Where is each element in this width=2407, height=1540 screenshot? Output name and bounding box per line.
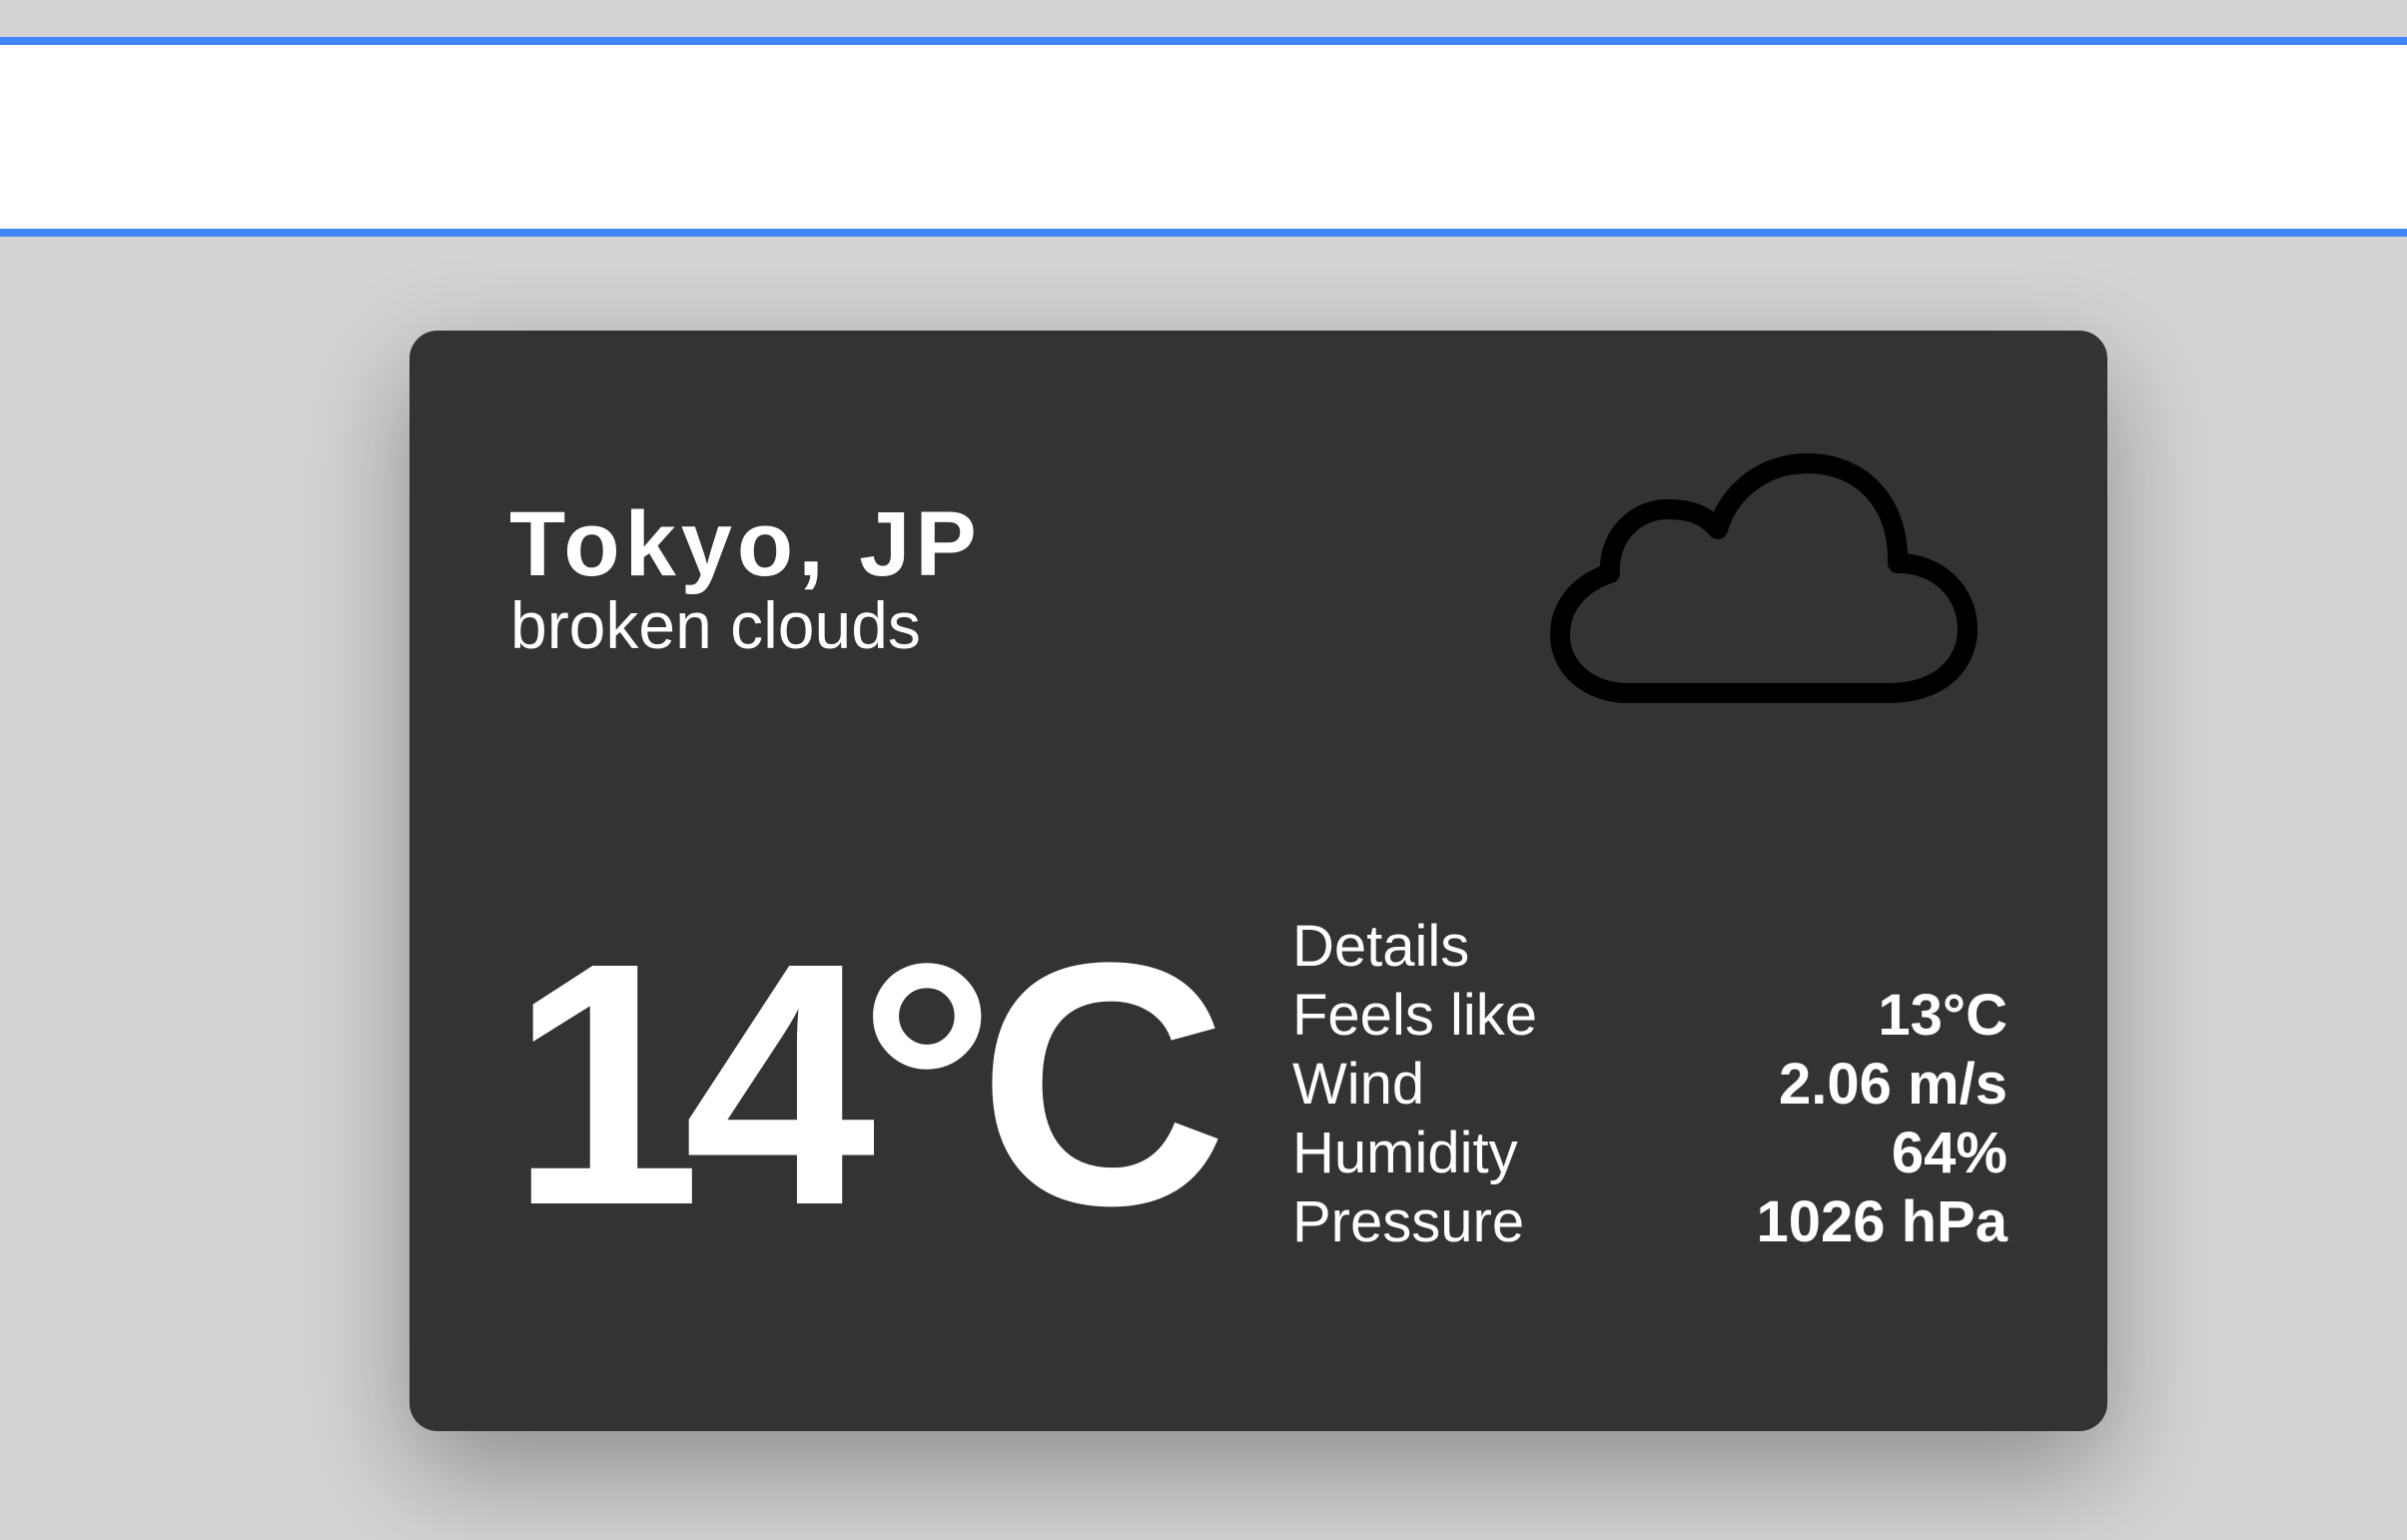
details-heading-row: Details bbox=[1292, 912, 2007, 981]
details-heading: Details bbox=[1292, 914, 1470, 979]
cloud-icon bbox=[1550, 453, 1978, 703]
temperature: 14°C bbox=[509, 892, 1227, 1277]
detail-value: 1026 hPa bbox=[1756, 1189, 2007, 1254]
city-name: Tokyo, JP bbox=[509, 493, 982, 595]
detail-row-wind: Wind 2.06 m/s bbox=[1292, 1050, 2007, 1119]
detail-label: Pressure bbox=[1292, 1189, 1525, 1254]
detail-value: 2.06 m/s bbox=[1779, 1052, 2007, 1117]
detail-value: 13°C bbox=[1878, 983, 2007, 1048]
weather-details: Details Feels like 13°C Wind 2.06 m/s Hu… bbox=[1292, 912, 2007, 1256]
detail-label: Feels like bbox=[1292, 983, 1537, 1048]
search-bar[interactable] bbox=[0, 37, 2407, 237]
detail-row-pressure: Pressure 1026 hPa bbox=[1292, 1187, 2007, 1256]
search-input[interactable] bbox=[0, 45, 2407, 229]
detail-value: 64% bbox=[1891, 1121, 2007, 1185]
weather-description: broken clouds bbox=[510, 588, 921, 662]
detail-row-feels-like: Feels like 13°C bbox=[1292, 981, 2007, 1050]
detail-row-humidity: Humidity 64% bbox=[1292, 1119, 2007, 1187]
weather-card: Tokyo, JP broken clouds 14°C Details Fee… bbox=[409, 331, 2107, 1431]
detail-label: Humidity bbox=[1292, 1121, 1518, 1185]
detail-label: Wind bbox=[1292, 1052, 1425, 1117]
